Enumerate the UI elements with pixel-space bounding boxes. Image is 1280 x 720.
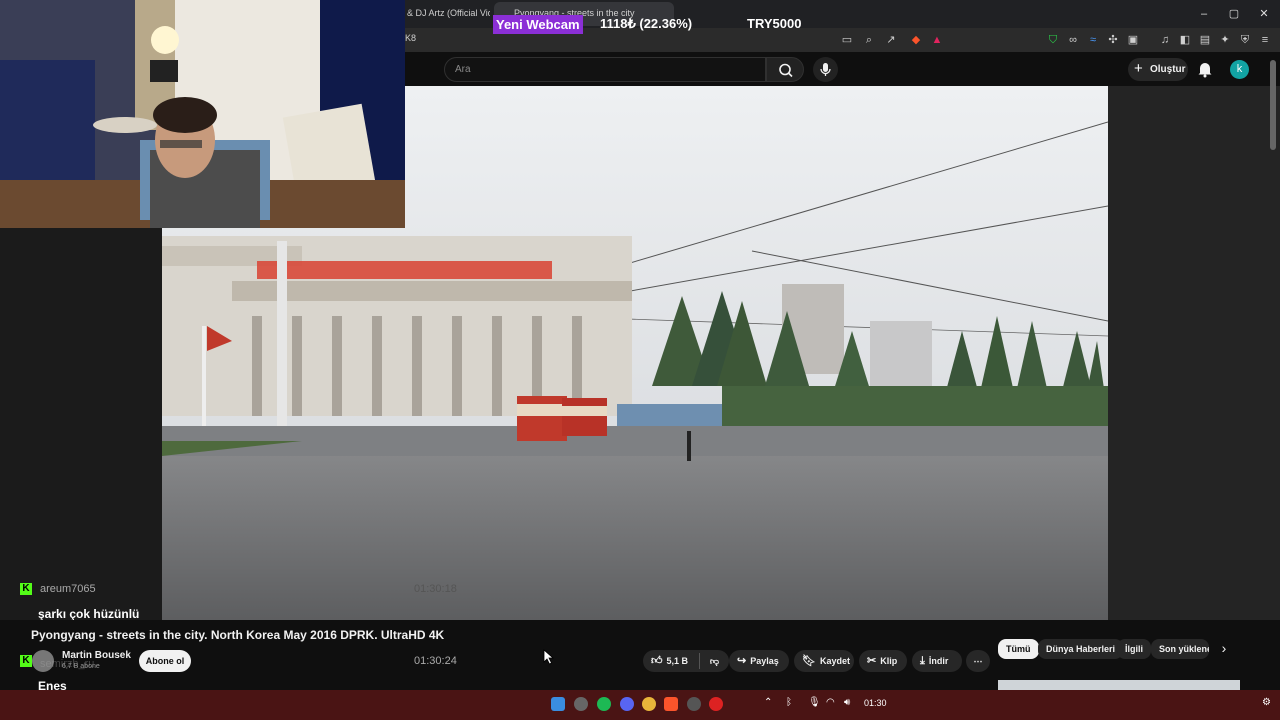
spotify-icon[interactable] bbox=[597, 697, 611, 711]
app-icon[interactable] bbox=[574, 697, 588, 711]
chrome-icon[interactable] bbox=[642, 697, 656, 711]
cursor-icon bbox=[543, 649, 555, 665]
tab-icon[interactable]: ▣ bbox=[1126, 33, 1140, 47]
taskbar-clock[interactable]: 01:30 bbox=[864, 698, 887, 708]
chat-username: areum7065 bbox=[40, 583, 96, 595]
extension-icon[interactable]: ∞ bbox=[1066, 33, 1080, 47]
page-right-area bbox=[1108, 86, 1280, 620]
zoom-icon[interactable]: ⌕ bbox=[862, 33, 876, 47]
webcam-feed bbox=[0, 0, 405, 228]
media-icon[interactable]: ♫ bbox=[1158, 33, 1172, 47]
voice-search-button[interactable] bbox=[813, 57, 838, 82]
like-count: 5,1 B bbox=[666, 656, 689, 666]
more-actions-button[interactable]: ⋯ bbox=[966, 650, 990, 672]
thumbs-down-icon: 👎︎ bbox=[709, 656, 720, 666]
settings-tray-icon[interactable]: ⚙ bbox=[1262, 697, 1276, 711]
plus-icon: + bbox=[1134, 60, 1143, 77]
leo-icon[interactable]: ✦ bbox=[1218, 33, 1232, 47]
bluetooth-icon[interactable]: ≈ bbox=[1086, 33, 1100, 47]
discord-icon[interactable] bbox=[620, 697, 634, 711]
shield-icon[interactable]: ⛨ bbox=[1238, 33, 1252, 47]
brave-icon[interactable] bbox=[664, 697, 678, 711]
video-title: Pyongyang - streets in the city. North K… bbox=[31, 628, 445, 642]
download-button[interactable]: ⤓ İndir bbox=[912, 650, 962, 672]
menu-icon[interactable]: ≡ bbox=[1258, 33, 1272, 47]
obs-icon[interactable] bbox=[687, 697, 701, 711]
bell-icon bbox=[1198, 63, 1212, 78]
app-red-icon[interactable] bbox=[709, 697, 723, 711]
windows-start-icon[interactable] bbox=[551, 697, 565, 711]
browser-tab[interactable]: & DJ Artz (Official Vid bbox=[405, 4, 490, 24]
volume-icon[interactable]: 🔊︎ bbox=[844, 697, 858, 711]
kick-icon: K bbox=[20, 655, 32, 667]
screen-icon[interactable]: ▭ bbox=[840, 33, 854, 47]
overlay-target: TRY5000 bbox=[747, 16, 802, 31]
share-label: Paylaş bbox=[750, 656, 779, 666]
subscribe-button[interactable]: Abone ol bbox=[139, 650, 191, 672]
extensions-puzzle-icon[interactable]: ✣ bbox=[1106, 33, 1120, 47]
chat-message: şarkı çok hüzünlü bbox=[38, 607, 140, 621]
search-input[interactable]: Ara bbox=[444, 57, 766, 82]
sidebar-icon[interactable]: ◧ bbox=[1178, 33, 1192, 47]
tray-icon[interactable]: ⌃ bbox=[764, 697, 778, 711]
bluetooth-tray-icon[interactable]: ᛒ bbox=[786, 697, 800, 711]
related-thumbnail[interactable] bbox=[998, 680, 1240, 690]
microphone-tray-icon[interactable]: 🎙︎ bbox=[808, 697, 822, 711]
chip-world-news[interactable]: Dünya Haberleri bbox=[1038, 639, 1124, 659]
page-scrollbar[interactable] bbox=[1270, 60, 1276, 150]
dislike-button[interactable]: 👎︎ bbox=[700, 650, 729, 672]
search-icon bbox=[779, 63, 793, 78]
thumbs-up-icon: 👍︎ bbox=[651, 655, 663, 667]
overlay-label: Yeni Webcam bbox=[493, 15, 583, 34]
url-text[interactable]: K8 bbox=[405, 33, 416, 43]
vpn-icon[interactable]: ⛉ bbox=[1046, 33, 1060, 47]
save-label: Kaydet bbox=[819, 656, 850, 666]
bookmark-icon: 🔖︎ bbox=[802, 655, 816, 667]
chip-recent[interactable]: Son yüklenen bbox=[1151, 639, 1209, 659]
brave-shield-icon[interactable]: ◆ bbox=[909, 33, 923, 47]
wifi-icon[interactable]: ◠ bbox=[826, 697, 840, 711]
clip-button[interactable]: ✂ Klip bbox=[859, 650, 907, 672]
chip-all[interactable]: Tümü bbox=[998, 639, 1039, 659]
download-label: İndir bbox=[928, 656, 949, 666]
share-icon: ↪ bbox=[737, 655, 747, 667]
webcam-image bbox=[0, 0, 405, 228]
more-icon: ⋯ bbox=[973, 656, 983, 666]
taskbar bbox=[0, 690, 1280, 720]
faded-timestamp: 01:30:18 bbox=[414, 583, 457, 595]
microphone-icon bbox=[820, 63, 831, 76]
chip-related[interactable]: İlgili bbox=[1117, 639, 1151, 659]
scissors-icon: ✂ bbox=[867, 655, 877, 667]
kick-icon: K bbox=[20, 583, 32, 595]
subscriber-count: 6,7 B abone bbox=[62, 663, 100, 670]
share-button[interactable]: ↪ Paylaş bbox=[729, 650, 789, 672]
overlay-value: 1118₺ (22.36%) bbox=[600, 16, 693, 31]
search-button[interactable] bbox=[766, 57, 804, 82]
minimize-icon[interactable]: – bbox=[1196, 6, 1212, 22]
save-button[interactable]: 🔖︎ Kaydet bbox=[794, 650, 854, 672]
clip-label: Klip bbox=[880, 656, 898, 666]
video-timestamp: 01:30:24 bbox=[414, 655, 457, 667]
notifications-button[interactable] bbox=[1197, 60, 1213, 78]
brave-rewards-icon[interactable]: ▲ bbox=[930, 33, 944, 47]
download-icon: ⤓ bbox=[920, 655, 925, 667]
wallet-icon[interactable]: ▤ bbox=[1198, 33, 1212, 47]
account-avatar[interactable]: k bbox=[1230, 60, 1249, 79]
channel-name[interactable]: Martin Bousek bbox=[62, 650, 131, 661]
maximize-icon[interactable]: ▢ bbox=[1226, 6, 1242, 22]
chevron-right-icon[interactable]: › bbox=[1215, 640, 1233, 658]
close-icon[interactable]: ✕ bbox=[1256, 6, 1272, 22]
share-page-icon[interactable]: ↗ bbox=[884, 33, 898, 47]
